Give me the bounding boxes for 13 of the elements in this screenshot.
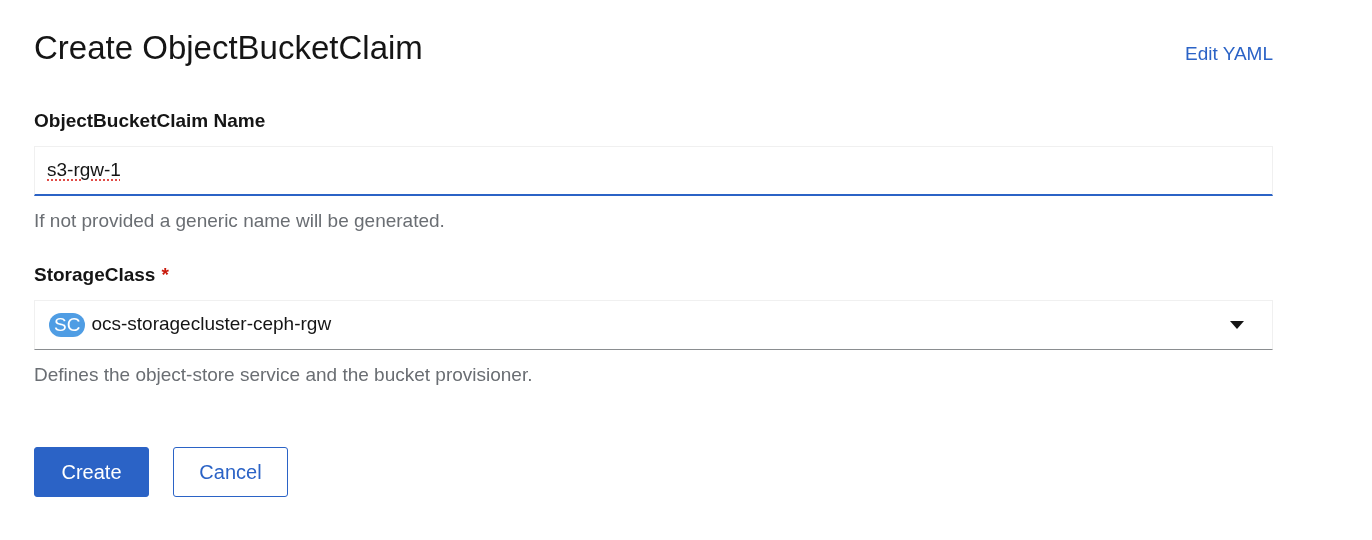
field-label: ObjectBucketClaim Name (34, 108, 267, 133)
field-label: StorageClass * (34, 262, 170, 287)
selected-value: ocs-storagecluster-ceph-rgw (91, 312, 333, 337)
name-input-field[interactable]: s3-rgw-1 (34, 145, 1273, 196)
edit-yaml-link[interactable]: Edit YAML (1185, 40, 1273, 69)
resource-badge: SC (49, 312, 86, 337)
cancel-button[interactable]: Cancel (173, 446, 288, 497)
helper-text: If not provided a generic name will be generated. (34, 208, 446, 233)
caret-icon (1230, 320, 1244, 329)
page-title: Create ObjectBucketClaim (34, 28, 423, 68)
create-button[interactable]: Create (34, 446, 149, 497)
helper-text: Defines the object-store service and the bucket provisioner. (34, 362, 534, 387)
storage-class-select[interactable]: SC ocs-storagecluster-ceph-rgw (34, 299, 1273, 350)
